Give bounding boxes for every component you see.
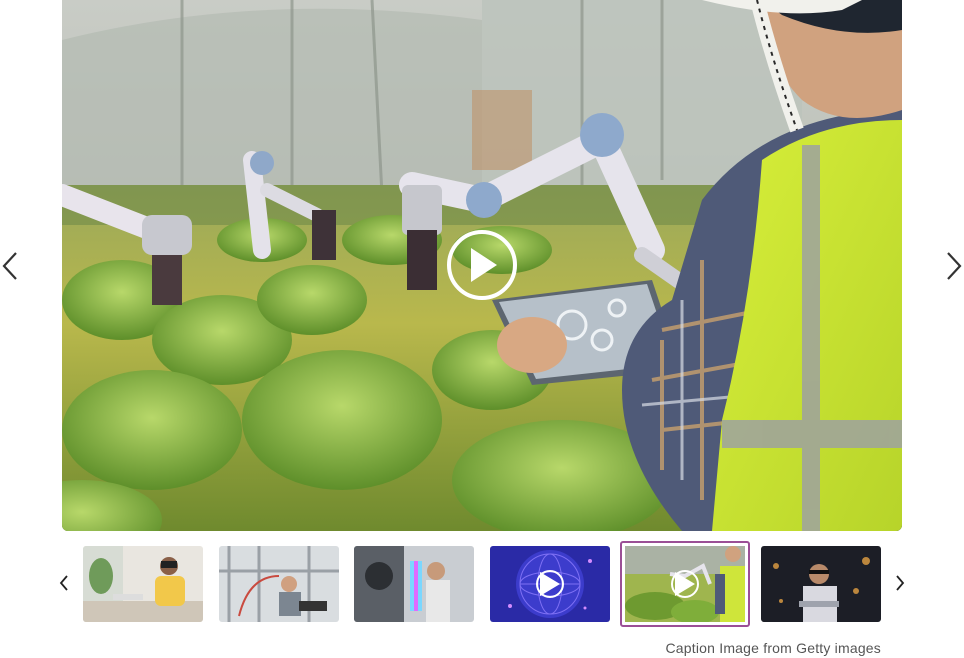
thumbnails-next-button[interactable] (890, 571, 910, 595)
thumbnail-image (761, 546, 881, 622)
play-icon (536, 570, 564, 598)
thumbnail-vr-user[interactable] (83, 546, 203, 622)
previous-slide-button[interactable] (0, 246, 20, 286)
play-icon (471, 248, 497, 282)
chevron-right-icon (896, 575, 905, 591)
next-slide-button[interactable] (944, 246, 964, 286)
image-caption: Caption Image from Getty images (665, 640, 881, 656)
thumbnail-strip (54, 541, 910, 627)
play-video-button[interactable] (447, 230, 517, 300)
chevron-left-icon (2, 252, 17, 280)
thumbnail-image (219, 546, 339, 622)
thumbnails-previous-button[interactable] (54, 571, 74, 595)
thumbnail-greenhouse-robotics[interactable] (620, 541, 750, 627)
thumbnail-image (83, 546, 203, 622)
chevron-left-icon (59, 575, 68, 591)
play-icon (671, 570, 699, 598)
chevron-right-icon (947, 252, 962, 280)
main-media[interactable] (62, 0, 902, 531)
thumbnail-dna-scientist[interactable] (354, 546, 474, 622)
thumbnail-night-laptop[interactable] (761, 546, 881, 622)
thumbnail-robotics-lab[interactable] (219, 546, 339, 622)
thumbnail-network-globe[interactable] (490, 546, 610, 622)
thumbnail-image (354, 546, 474, 622)
